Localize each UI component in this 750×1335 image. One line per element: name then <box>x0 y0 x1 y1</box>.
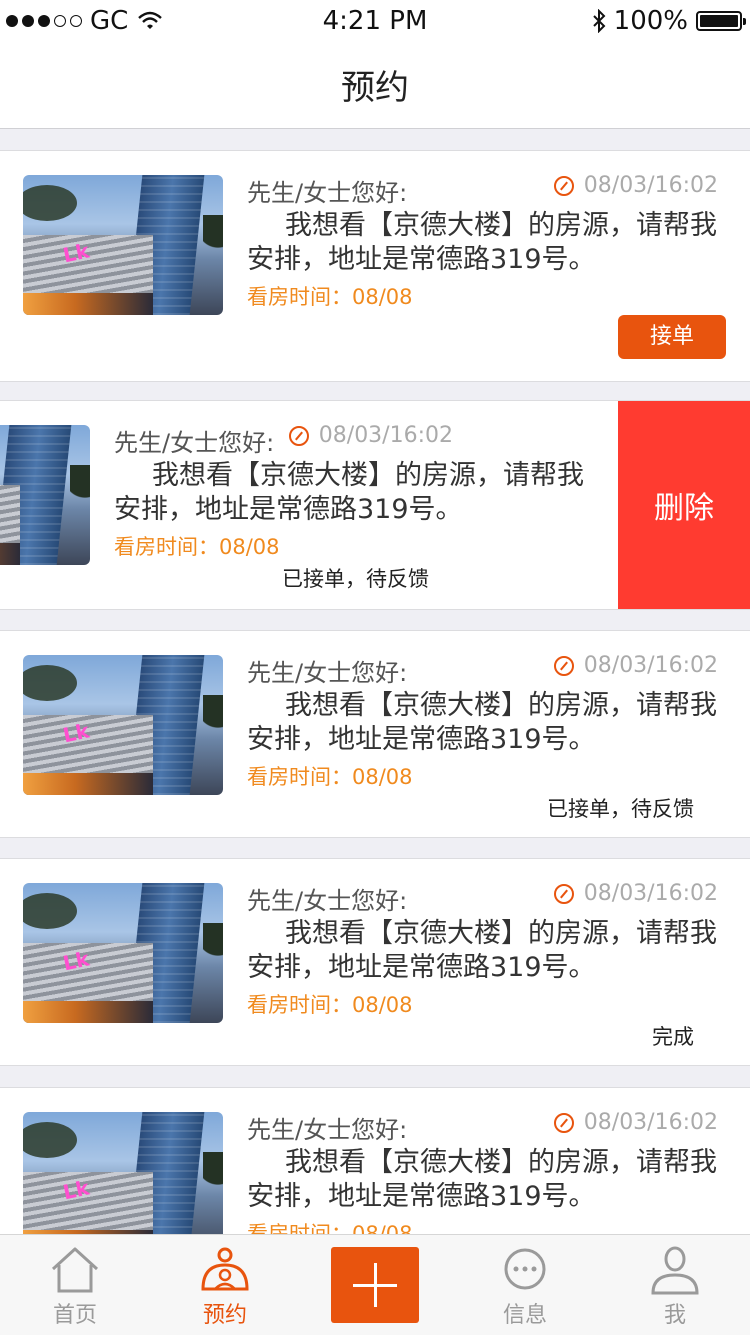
battery-icon <box>696 11 746 31</box>
appointment-card[interactable]: Lk 先生/女士您好: 08/03/16:02 我想看【京德大楼】的房源，请帮我… <box>0 630 750 838</box>
tab-label: 预约 <box>202 1303 247 1328</box>
date-text: 08/03/16:02 <box>583 653 718 678</box>
date-label: 08/03/16:02 <box>553 1110 718 1135</box>
message-icon <box>504 1248 546 1290</box>
visit-time: 看房时间：08/08 <box>247 993 413 1017</box>
compass-icon <box>553 1112 574 1133</box>
message-text: 我想看【京德大楼】的房源，请帮我安排，地址是常德路319号。 <box>247 210 717 275</box>
property-thumbnail: Lk <box>23 175 223 315</box>
tab-label: 我 <box>663 1303 686 1328</box>
visit-time: 看房时间：08/08 <box>114 535 280 559</box>
message-text: 我想看【京德大楼】的房源，请帮我安排，地址是常德路319号。 <box>247 690 717 755</box>
compass-icon <box>553 655 574 676</box>
property-thumbnail: Lk <box>23 1112 223 1252</box>
greeting-text: 先生/女士您好: <box>114 429 275 457</box>
compass-icon <box>553 175 574 196</box>
tab-home[interactable]: 首页 <box>0 1235 150 1335</box>
appointment-card[interactable]: Lk 先生/女士您好: 08/03/16:02 我想看【京德大楼】的房源，请帮我… <box>0 400 750 610</box>
date-text: 08/03/16:02 <box>318 423 453 448</box>
message-text: 我想看【京德大楼】的房源，请帮我安排，地址是常德路319号。 <box>247 1147 717 1212</box>
tab-message[interactable]: 信息 <box>450 1235 600 1335</box>
accept-order-button[interactable]: 接单 <box>618 315 726 359</box>
message-text: 我想看【京德大楼】的房源，请帮我安排，地址是常德路319号。 <box>114 460 584 525</box>
date-text: 08/03/16:02 <box>583 173 718 198</box>
tab-label: 信息 <box>502 1303 547 1328</box>
date-label: 08/03/16:02 <box>553 653 718 678</box>
profile-icon <box>651 1246 699 1295</box>
property-thumbnail: Lk <box>0 425 90 565</box>
tab-appointment[interactable]: 预约 <box>150 1235 300 1335</box>
compass-icon <box>288 425 309 446</box>
property-thumbnail: Lk <box>23 883 223 1023</box>
tab-label: 首页 <box>52 1303 97 1328</box>
bluetooth-icon <box>592 9 606 33</box>
order-status: 已接单，待反馈 <box>547 797 694 821</box>
greeting-text: 先生/女士您好: <box>247 1116 408 1144</box>
greeting-text: 先生/女士您好: <box>247 887 408 915</box>
status-right: 100% <box>592 6 746 36</box>
date-text: 08/03/16:02 <box>583 1110 718 1135</box>
home-icon <box>51 1247 99 1293</box>
add-button[interactable] <box>331 1247 419 1323</box>
property-thumbnail: Lk <box>23 655 223 795</box>
battery-percent: 100% <box>613 6 688 36</box>
date-label: 08/03/16:02 <box>288 423 453 448</box>
appointment-card[interactable]: Lk 先生/女士您好: 08/03/16:02 我想看【京德大楼】的房源，请帮我… <box>0 150 750 382</box>
order-status: 完成 <box>652 1025 694 1049</box>
tab-profile[interactable]: 我 <box>600 1235 750 1335</box>
visit-time: 看房时间：08/08 <box>247 285 413 309</box>
appointment-card[interactable]: Lk 先生/女士您好: 08/03/16:02 我想看【京德大楼】的房源，请帮我… <box>0 858 750 1066</box>
tab-bar: 首页 预约 信息 我 <box>0 1234 750 1335</box>
order-status: 已接单，待反馈 <box>282 567 429 591</box>
greeting-text: 先生/女士您好: <box>247 659 408 687</box>
delete-button[interactable]: 删除 <box>618 401 750 609</box>
greeting-text: 先生/女士您好: <box>247 179 408 207</box>
compass-icon <box>553 883 574 904</box>
page-title: 预约 <box>341 68 409 108</box>
message-text: 我想看【京德大楼】的房源，请帮我安排，地址是常德路319号。 <box>247 918 717 983</box>
date-label: 08/03/16:02 <box>553 881 718 906</box>
visit-time: 看房时间：08/08 <box>247 765 413 789</box>
appointment-icon <box>201 1247 249 1291</box>
date-label: 08/03/16:02 <box>553 173 718 198</box>
nav-bar: 预约 <box>0 40 750 129</box>
date-text: 08/03/16:02 <box>583 881 718 906</box>
status-bar: GC 4:21 PM 100% <box>0 0 750 40</box>
